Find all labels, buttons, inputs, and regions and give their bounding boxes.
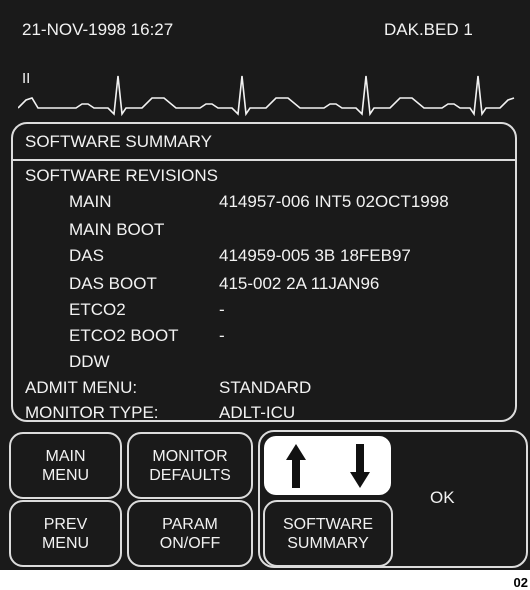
monitor-defaults-label-line1: MONITOR bbox=[152, 447, 228, 465]
param-onoff-label-line1: PARAM bbox=[162, 515, 218, 533]
software-summary-label-line1: SOFTWARE bbox=[282, 515, 374, 533]
rev-value-das: 414959-005 3B 18FEB97 bbox=[219, 246, 411, 265]
admit-menu-value: STANDARD bbox=[219, 378, 312, 397]
scroll-arrows-button[interactable] bbox=[264, 436, 391, 495]
software-summary-button[interactable]: SOFTWARE SUMMARY bbox=[263, 500, 393, 567]
prev-menu-label-line1: PREV bbox=[43, 515, 88, 533]
param-onoff-button[interactable]: PARAM ON/OFF bbox=[127, 500, 253, 567]
monitor-screen: 21-NOV-1998 16:27 DAK.BED 1 II SOFTWARE … bbox=[0, 0, 530, 570]
rev-label-das-boot: DAS BOOT bbox=[69, 274, 157, 293]
rev-value-main: 414957-006 INT5 02OCT1998 bbox=[219, 192, 449, 211]
rev-label-etco2: ETCO2 bbox=[69, 300, 126, 319]
rev-label-etco2-boot: ETCO2 BOOT bbox=[69, 326, 179, 345]
rev-value-etco2: - bbox=[219, 300, 225, 319]
monitor-defaults-label-line2: DEFAULTS bbox=[149, 466, 231, 484]
rev-label-das: DAS bbox=[69, 246, 104, 265]
rev-label-ddw: DDW bbox=[69, 352, 110, 371]
panel-divider bbox=[13, 159, 515, 161]
software-summary-panel: SOFTWARE SUMMARY SOFTWARE REVISIONS MAIN… bbox=[11, 122, 517, 422]
revisions-heading: SOFTWARE REVISIONS bbox=[25, 166, 219, 185]
param-onoff-label-line2: ON/OFF bbox=[159, 534, 221, 552]
date-time: 21-NOV-1998 16:27 bbox=[22, 20, 174, 39]
monitor-defaults-button[interactable]: MONITOR DEFAULTS bbox=[127, 432, 253, 499]
rev-label-main-boot: MAIN BOOT bbox=[69, 220, 165, 239]
rev-value-etco2-boot: - bbox=[219, 326, 225, 345]
bed-label: DAK.BED 1 bbox=[384, 20, 473, 39]
prev-menu-button[interactable]: PREV MENU bbox=[9, 500, 122, 567]
up-down-arrows-icon bbox=[286, 444, 370, 488]
main-menu-label-line1: MAIN bbox=[45, 447, 86, 465]
figure-code: 02 bbox=[513, 575, 528, 590]
monitor-type-label: MONITOR TYPE: bbox=[25, 403, 159, 422]
main-menu-label-line2: MENU bbox=[41, 466, 90, 484]
admit-menu-label: ADMIT MENU: bbox=[25, 378, 138, 397]
rev-label-main: MAIN bbox=[69, 192, 112, 211]
ok-button[interactable]: OK bbox=[430, 488, 455, 508]
rev-value-das-boot: 415-002 2A 11JAN96 bbox=[219, 274, 380, 293]
software-summary-label-line2: SUMMARY bbox=[287, 534, 369, 552]
ecg-waveform bbox=[18, 75, 515, 117]
prev-menu-label-line2: MENU bbox=[41, 534, 90, 552]
panel-title: SOFTWARE SUMMARY bbox=[25, 132, 213, 151]
main-menu-button[interactable]: MAIN MENU bbox=[9, 432, 122, 499]
monitor-type-value: ADLT-ICU bbox=[219, 403, 296, 422]
